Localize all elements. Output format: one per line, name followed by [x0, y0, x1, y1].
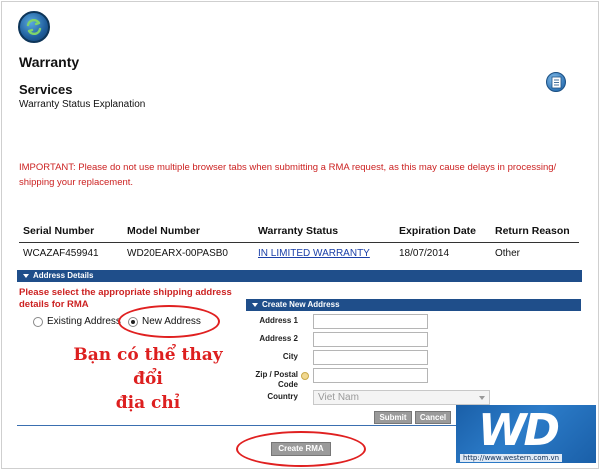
document-icon[interactable]	[546, 72, 566, 92]
warranty-table: Serial Number Model Number Warranty Stat…	[19, 222, 579, 264]
zip-label: Zip / Postal Code	[255, 370, 298, 389]
return-reason-cell: Other	[495, 248, 521, 259]
wd-url: http://www.western.com.vn	[460, 454, 563, 462]
serial-number-cell: WCAZAF459941	[23, 248, 99, 259]
table-row: WCAZAF459941 WD20EARX-00PASB0 IN LIMITED…	[19, 243, 579, 265]
address-details-header[interactable]: Address Details	[17, 270, 582, 282]
address2-field[interactable]	[313, 332, 428, 347]
submit-button[interactable]: Submit	[374, 411, 412, 424]
table-header-row: Serial Number Model Number Warranty Stat…	[19, 222, 579, 243]
existing-address-label: Existing Address	[47, 316, 121, 327]
help-icon[interactable]	[301, 372, 309, 380]
warranty-status-cell: IN LIMITED WARRANTY	[254, 243, 395, 265]
address-details-title: Address Details	[33, 271, 94, 280]
page-subtitle: Warranty Status Explanation	[19, 99, 146, 110]
address2-label: Address 2	[259, 334, 298, 343]
model-number-cell: WD20EARX-00PASB0	[127, 248, 228, 259]
country-label: Country	[267, 392, 298, 401]
highlight-ellipse	[118, 305, 220, 338]
city-field[interactable]	[313, 350, 428, 365]
warranty-status-link[interactable]: IN LIMITED WARRANTY	[258, 248, 370, 259]
address1-label: Address 1	[259, 316, 298, 325]
existing-address-option[interactable]: Existing Address	[33, 316, 121, 327]
annotation-text: Bạn có thể thay đổi địa chỉ	[58, 343, 238, 415]
column-header: Warranty Status	[254, 222, 395, 243]
cancel-button[interactable]: Cancel	[415, 411, 451, 424]
address-instruction: Please select the appropriate shipping a…	[19, 287, 232, 310]
collapse-triangle-icon	[23, 273, 29, 278]
annotation-line-1: Bạn có thể thay đổi	[73, 345, 223, 389]
collapse-triangle-icon	[252, 302, 258, 307]
country-select[interactable]: Viet Nam	[313, 390, 490, 405]
highlight-ellipse	[236, 431, 366, 467]
country-value: Viet Nam	[318, 392, 359, 403]
section-title: Services	[19, 82, 73, 97]
important-notice: IMPORTANT: Please do not use multiple br…	[19, 162, 557, 188]
create-new-address-title: Create New Address	[262, 300, 340, 309]
column-header: Serial Number	[19, 222, 123, 243]
city-label: City	[282, 352, 298, 361]
wd-logo: WD	[478, 405, 560, 456]
app-logo-icon	[18, 11, 50, 43]
address1-field[interactable]	[313, 314, 428, 329]
column-header: Model Number	[123, 222, 254, 243]
expiration-date-cell: 18/07/2014	[399, 248, 450, 259]
zip-field[interactable]	[313, 368, 428, 383]
column-header: Expiration Date	[395, 222, 491, 243]
chevron-down-icon	[479, 396, 485, 400]
existing-address-radio[interactable]	[33, 316, 43, 327]
create-new-address-header[interactable]: Create New Address	[246, 299, 581, 311]
page-title: Warranty	[19, 54, 80, 70]
column-header: Return Reason	[491, 222, 579, 243]
annotation-line-2: địa chỉ	[115, 393, 181, 413]
